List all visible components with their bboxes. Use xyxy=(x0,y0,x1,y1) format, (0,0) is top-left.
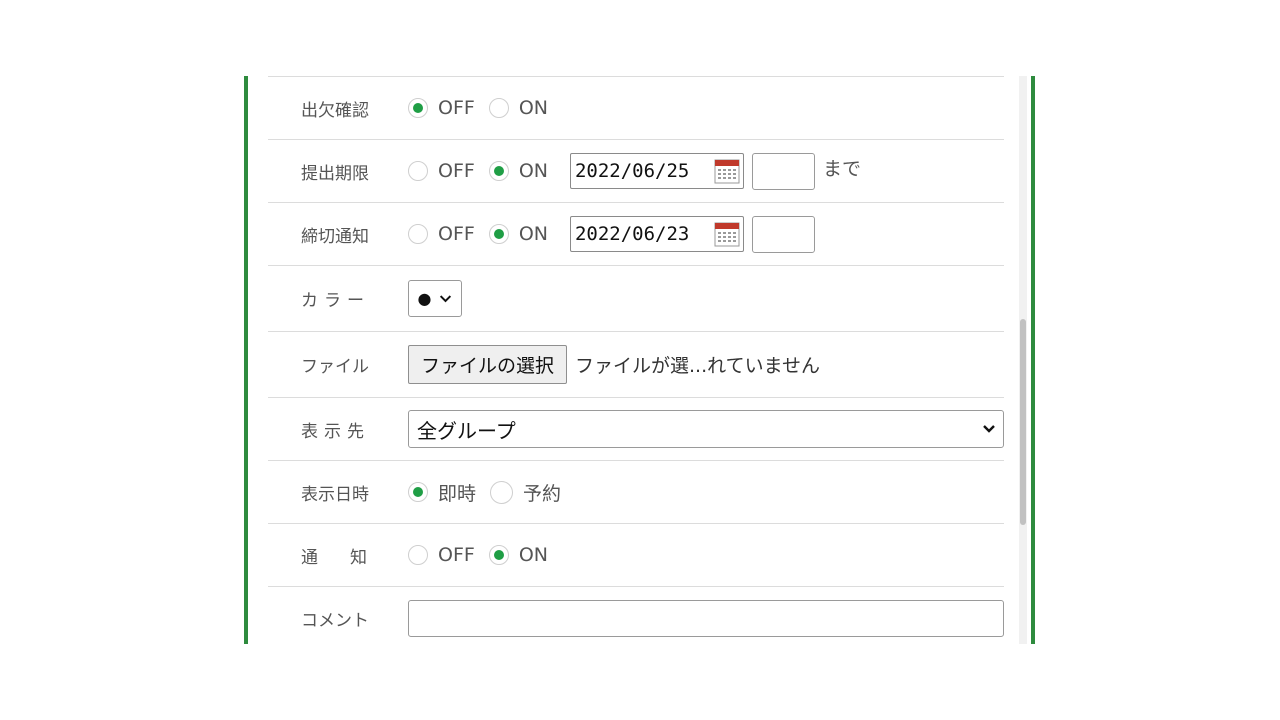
attendance-on-radio[interactable]: ON xyxy=(488,97,548,119)
deadline-notice-row: 締切通知 OFF ON 2022/06/23 xyxy=(268,202,1004,265)
notify-field: OFF ON xyxy=(408,524,1004,586)
deadline-notice-time-input[interactable] xyxy=(751,215,815,253)
settings-form: 出欠確認 OFF ON 提出期限 OFF ON 2022/06/25 まで 締切… xyxy=(268,76,1004,644)
display-time-scheduled-radio[interactable]: 予約 xyxy=(490,479,561,506)
deadline-time-input[interactable] xyxy=(751,152,815,190)
comment-row: コメント xyxy=(268,586,1004,644)
radio-dot[interactable] xyxy=(488,98,509,118)
deadline-date-value: 2022/06/25 xyxy=(574,160,690,182)
file-row: ファイル ファイルの選択 ファイルが選...れていません xyxy=(268,331,1004,397)
notify-label: 通知 xyxy=(301,547,399,568)
radio-label: ON xyxy=(518,160,548,182)
color-value: ● xyxy=(417,289,432,308)
target-value: 全グループ xyxy=(417,418,516,443)
target-label: 表示先 xyxy=(301,421,370,442)
calendar-icon[interactable] xyxy=(713,220,741,248)
file-field: ファイルの選択 ファイルが選...れていません xyxy=(408,332,1004,397)
comment-label: コメント xyxy=(301,610,369,631)
chevron-down-icon xyxy=(983,425,995,433)
display-time-immediate-radio[interactable]: 即時 xyxy=(408,479,476,506)
attendance-field: OFF ON xyxy=(408,77,1004,139)
deadline-off-radio[interactable]: OFF xyxy=(408,160,475,182)
radio-label: 即時 xyxy=(438,482,477,505)
color-label: カラー xyxy=(301,291,370,311)
notify-row: 通知 OFF ON xyxy=(268,523,1004,586)
chevron-down-icon xyxy=(440,295,452,303)
display-time-field: 即時 予約 xyxy=(408,461,1004,523)
deadline-notice-label: 締切通知 xyxy=(301,226,369,247)
radio-label: ON xyxy=(518,544,548,566)
color-select[interactable]: ● xyxy=(408,280,462,317)
radio-dot[interactable] xyxy=(408,161,428,181)
attendance-off-radio[interactable]: OFF xyxy=(408,97,475,119)
attendance-row: 出欠確認 OFF ON xyxy=(268,76,1004,139)
notify-off-radio[interactable]: OFF xyxy=(408,544,475,566)
deadline-notice-on-radio[interactable]: ON xyxy=(488,223,548,245)
attendance-label: 出欠確認 xyxy=(301,100,369,121)
choose-file-button[interactable]: ファイルの選択 xyxy=(408,345,568,384)
color-field: ● xyxy=(408,266,1004,331)
radio-dot[interactable] xyxy=(408,224,428,244)
scrollbar-thumb[interactable] xyxy=(1020,319,1026,525)
radio-dot[interactable] xyxy=(488,224,509,244)
comment-input[interactable] xyxy=(408,599,1004,637)
radio-label: 予約 xyxy=(523,482,562,505)
display-time-label: 表示日時 xyxy=(301,484,369,505)
radio-dot[interactable] xyxy=(408,545,428,565)
file-status-text: ファイルが選...れていません xyxy=(575,355,820,377)
deadline-date-input[interactable]: 2022/06/25 xyxy=(569,153,744,189)
target-select[interactable]: 全グループ xyxy=(408,410,1004,448)
target-field: 全グループ xyxy=(408,398,1004,460)
color-row: カラー ● xyxy=(268,265,1004,331)
calendar-icon[interactable] xyxy=(713,157,741,185)
display-time-row: 表示日時 即時 予約 xyxy=(268,460,1004,523)
notify-on-radio[interactable]: ON xyxy=(488,544,548,566)
radio-label: ON xyxy=(518,97,548,119)
form-panel: 出欠確認 OFF ON 提出期限 OFF ON 2022/06/25 まで 締切… xyxy=(244,76,1035,644)
deadline-notice-off-radio[interactable]: OFF xyxy=(408,223,475,245)
deadline-notice-date-input[interactable]: 2022/06/23 xyxy=(569,216,744,252)
deadline-on-radio[interactable]: ON xyxy=(488,160,548,182)
deadline-notice-date-value: 2022/06/23 xyxy=(574,223,690,245)
radio-label: ON xyxy=(518,223,548,245)
deadline-notice-field: OFF ON 2022/06/23 xyxy=(408,203,1004,265)
target-row: 表示先 全グループ xyxy=(268,397,1004,460)
comment-field xyxy=(408,587,1004,644)
radio-label: OFF xyxy=(438,160,475,182)
radio-label: OFF xyxy=(438,544,475,566)
deadline-label: 提出期限 xyxy=(301,163,369,184)
radio-label: OFF xyxy=(438,223,475,245)
radio-label: OFF xyxy=(438,97,475,119)
deadline-suffix: まで xyxy=(822,157,861,180)
deadline-field: OFF ON 2022/06/25 まで xyxy=(408,140,1004,202)
radio-dot[interactable] xyxy=(488,161,509,181)
vertical-scrollbar[interactable] xyxy=(1019,76,1027,644)
radio-dot[interactable] xyxy=(408,98,428,118)
radio-dot[interactable] xyxy=(408,482,428,502)
radio-dot[interactable] xyxy=(488,545,509,565)
file-label: ファイル xyxy=(301,357,369,377)
deadline-row: 提出期限 OFF ON 2022/06/25 まで xyxy=(268,139,1004,202)
radio-dot[interactable] xyxy=(490,480,514,504)
